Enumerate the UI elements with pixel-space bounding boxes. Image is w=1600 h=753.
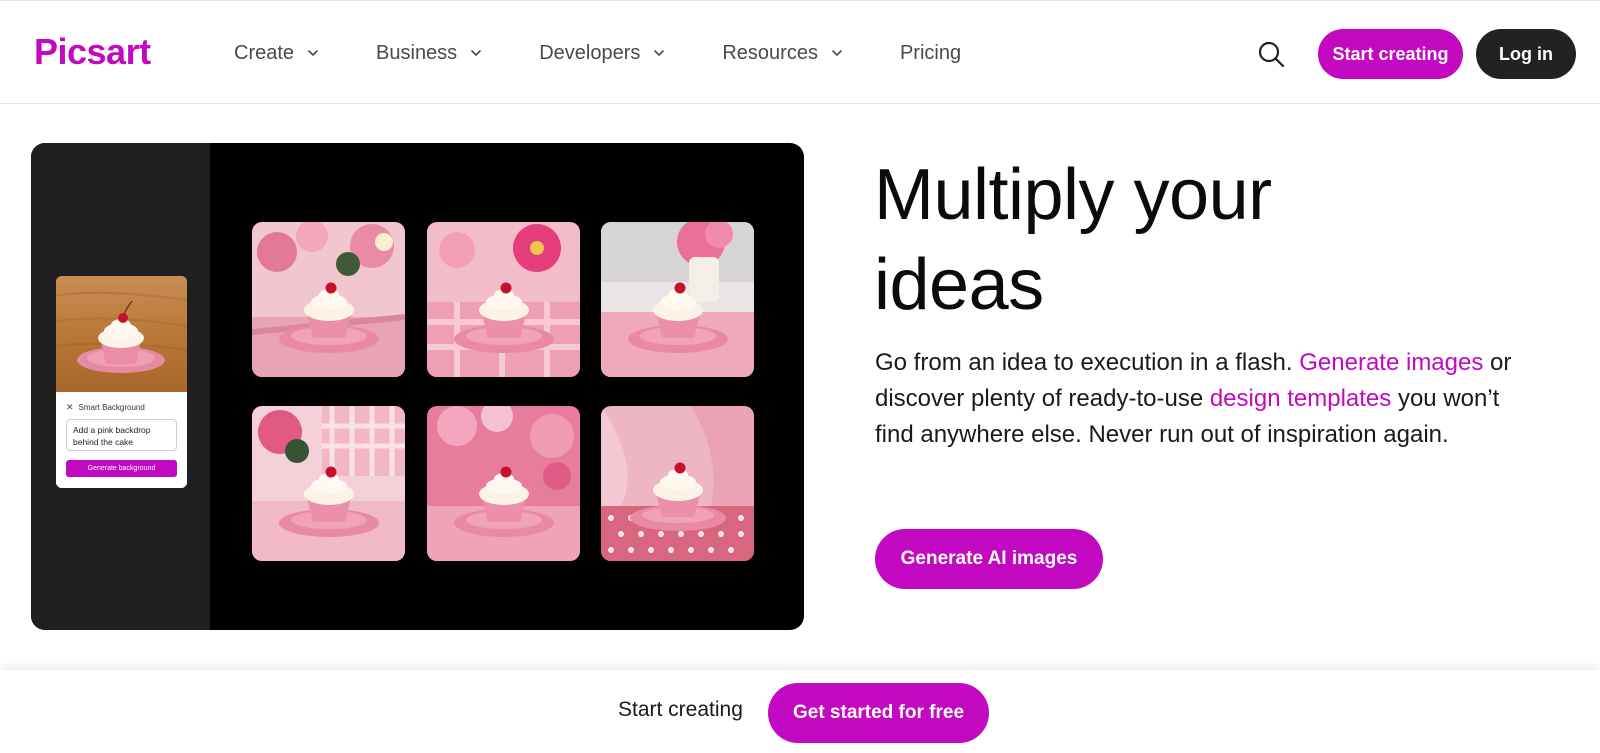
start-creating-button[interactable]: Start creating xyxy=(1318,29,1463,79)
chevron-down-icon xyxy=(832,50,842,57)
sticky-cta-bar: Start creating Get started for free xyxy=(0,670,1600,753)
hero-description: Go from an idea to execution in a flash.… xyxy=(875,345,1515,453)
get-started-free-button[interactable]: Get started for free xyxy=(768,683,989,743)
nav-resources-label: Resources xyxy=(722,41,818,64)
nav-business-label: Business xyxy=(376,41,458,64)
result-tile-4 xyxy=(252,406,405,561)
close-icon[interactable]: ✕ xyxy=(66,402,74,413)
hero-showcase-image: ✕ Smart Background Add a pink backdrop b… xyxy=(31,143,804,630)
result-tile-2 xyxy=(427,222,580,377)
nav-pricing-label: Pricing xyxy=(899,41,962,64)
chevron-down-icon xyxy=(471,50,481,57)
main-nav: Create Business Developers Resources Pri… xyxy=(234,1,961,105)
source-photo xyxy=(56,276,187,392)
nav-create-label: Create xyxy=(234,41,295,64)
result-tile-6 xyxy=(601,406,754,561)
smart-background-card: ✕ Smart Background Add a pink backdrop b… xyxy=(56,276,187,488)
card-title-text: Smart Background xyxy=(78,403,145,412)
generate-background-button[interactable]: Generate background xyxy=(66,460,177,477)
picsart-logo[interactable]: Picsart xyxy=(34,31,151,73)
desc-text-1: Go from an idea to execution in a flash. xyxy=(875,349,1300,376)
nav-pricing[interactable]: Pricing xyxy=(900,42,961,65)
nav-business[interactable]: Business xyxy=(376,42,483,65)
result-tile-1 xyxy=(252,222,405,377)
generate-images-link[interactable]: Generate images xyxy=(1299,349,1483,376)
result-tile-3 xyxy=(601,222,754,377)
prompt-input[interactable]: Add a pink backdrop behind the cake xyxy=(66,419,177,451)
sticky-bar-text: Start creating xyxy=(618,698,743,721)
nav-resources[interactable]: Resources xyxy=(722,42,844,65)
result-tile-5 xyxy=(427,406,580,561)
nav-developers-label: Developers xyxy=(539,41,641,64)
design-templates-link[interactable]: design templates xyxy=(1210,385,1391,412)
headline-line-2: ideas xyxy=(874,245,1044,325)
chevron-down-icon xyxy=(308,50,318,57)
card-title: ✕ Smart Background xyxy=(66,402,145,413)
generate-ai-images-button[interactable]: Generate AI images xyxy=(875,529,1103,589)
log-in-button[interactable]: Log in xyxy=(1476,29,1576,79)
search-icon[interactable] xyxy=(1256,39,1286,69)
chevron-down-icon xyxy=(654,50,665,57)
headline-line-1: Multiply your xyxy=(874,155,1272,235)
site-header: Picsart Create Business Developers Resou… xyxy=(0,0,1600,104)
hero-headline: Multiply your ideas xyxy=(874,150,1574,330)
nav-create[interactable]: Create xyxy=(234,42,320,65)
editor-side-panel: ✕ Smart Background Add a pink backdrop b… xyxy=(31,143,210,630)
nav-developers[interactable]: Developers xyxy=(539,42,666,65)
card-body: ✕ Smart Background Add a pink backdrop b… xyxy=(56,392,187,488)
